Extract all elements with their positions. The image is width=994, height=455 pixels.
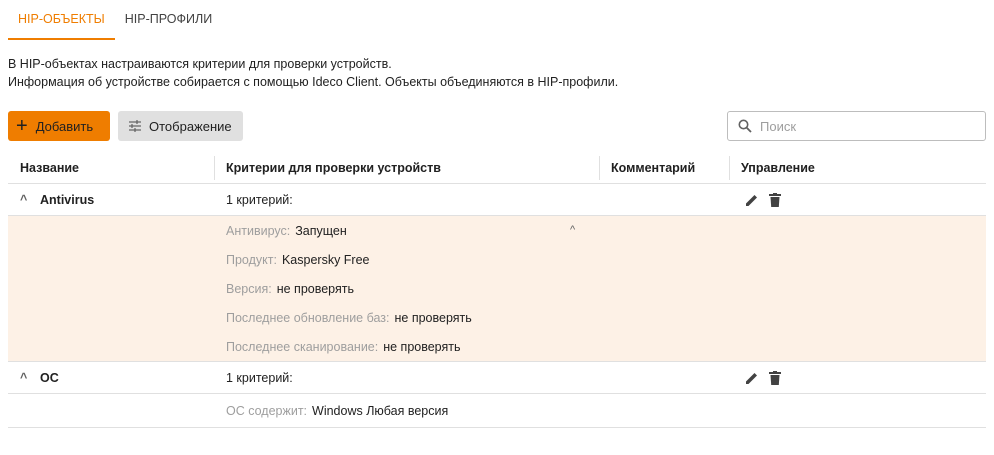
- row-details: ОС содержит: Windows Любая версия: [8, 394, 986, 428]
- row-actions: [745, 371, 781, 385]
- detail-value: не проверять: [383, 339, 461, 354]
- display-settings-label: Отображение: [149, 118, 232, 134]
- description-line-2: Информация об устройстве собирается с по…: [8, 75, 619, 89]
- row-name: ОС: [40, 371, 59, 385]
- row-criteria-count: 1 критерий:: [226, 371, 293, 385]
- description-line-1: В HIP-объектах настраиваются критерии дл…: [8, 57, 392, 71]
- detail-value: Запущен: [295, 223, 347, 238]
- detail-item: Версия: не проверять: [8, 274, 986, 303]
- table-row[interactable]: ^ Antivirus 1 критерий:: [8, 184, 986, 216]
- search-input[interactable]: [760, 118, 960, 134]
- detail-value: Kaspersky Free: [281, 252, 370, 267]
- column-divider[interactable]: [214, 156, 215, 180]
- detail-label: Версия:: [226, 281, 272, 296]
- detail-value: Windows Любая версия: [312, 403, 449, 418]
- detail-label: ОС содержит:: [226, 403, 308, 418]
- delete-icon[interactable]: [769, 371, 781, 385]
- column-header-actions: Управление: [741, 161, 815, 175]
- add-button[interactable]: + Добавить: [8, 111, 110, 141]
- tab-hip-profiles[interactable]: HIP-ПРОФИЛИ: [115, 0, 222, 40]
- detail-item: Продукт: Kaspersky Free: [8, 245, 986, 274]
- column-header-comment[interactable]: Комментарий: [611, 152, 695, 184]
- tab-bar: HIP-ОБЪЕКТЫ HIP-ПРОФИЛИ: [8, 0, 222, 40]
- detail-item: Антивирус: Запущен: [8, 216, 986, 245]
- search-box[interactable]: [727, 111, 986, 141]
- row-name-toggle[interactable]: ^ ОС: [20, 362, 59, 394]
- tune-icon: [129, 120, 141, 132]
- edit-icon[interactable]: [745, 371, 759, 385]
- search-icon: [738, 119, 752, 133]
- detail-label: Антивирус:: [226, 223, 291, 238]
- chevron-up-icon[interactable]: ^: [20, 193, 32, 207]
- column-divider[interactable]: [729, 156, 730, 180]
- row-name-toggle[interactable]: ^ Antivirus: [20, 184, 94, 216]
- delete-icon[interactable]: [769, 193, 781, 207]
- hip-objects-table: Название Критерии для проверки устройств…: [8, 152, 986, 428]
- detail-item: ОС содержит: Windows Любая версия: [8, 394, 986, 427]
- add-button-label: Добавить: [35, 118, 94, 134]
- row-actions: [745, 193, 781, 207]
- column-header-name[interactable]: Название: [20, 152, 79, 184]
- chevron-up-icon[interactable]: ^: [20, 371, 32, 385]
- table-row[interactable]: ^ ОС 1 критерий:: [8, 362, 986, 394]
- column-divider[interactable]: [599, 156, 600, 180]
- detail-item: Последнее обновление баз: не проверять: [8, 303, 986, 332]
- detail-value: не проверять: [276, 281, 354, 296]
- page-description: В HIP-объектах настраиваются критерии дл…: [8, 55, 618, 91]
- detail-item: Последнее сканирование: не проверять: [8, 332, 986, 361]
- edit-icon[interactable]: [745, 193, 759, 207]
- detail-label: Последнее обновление баз:: [226, 310, 390, 325]
- table-header: Название Критерии для проверки устройств…: [8, 152, 986, 184]
- row-details: ^ Антивирус: Запущен Продукт: Kaspersky …: [8, 216, 986, 362]
- detail-value: не проверять: [394, 310, 472, 325]
- detail-label: Продукт:: [226, 252, 277, 267]
- row-criteria-count: 1 критерий:: [226, 193, 293, 207]
- row-name: Antivirus: [40, 193, 95, 207]
- tab-hip-objects[interactable]: HIP-ОБЪЕКТЫ: [8, 0, 115, 40]
- plus-icon: +: [16, 115, 28, 137]
- toolbar: + Добавить Отображение: [8, 111, 986, 141]
- detail-label: Последнее сканирование:: [226, 339, 379, 354]
- display-settings-button[interactable]: Отображение: [118, 111, 243, 141]
- column-header-criteria[interactable]: Критерии для проверки устройств: [226, 152, 441, 184]
